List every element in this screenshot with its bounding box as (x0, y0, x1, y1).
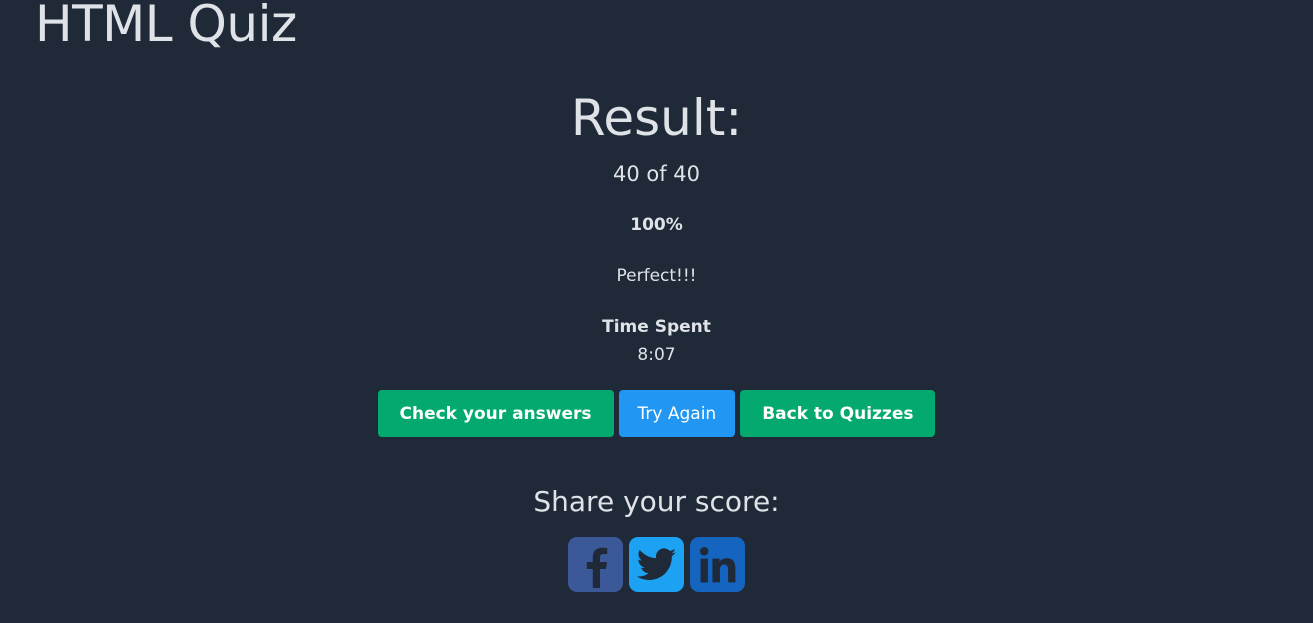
feedback-text: Perfect!!! (616, 266, 697, 286)
time-spent-value: 8:07 (637, 345, 676, 365)
twitter-icon (636, 547, 676, 580)
linkedin-share-button[interactable] (690, 537, 745, 592)
facebook-share-button[interactable] (568, 537, 623, 592)
try-again-button[interactable]: Try Again (618, 390, 736, 437)
time-spent-label: Time Spent (602, 317, 711, 337)
social-share-row (0, 537, 1313, 592)
action-buttons: Check your answers Try Again Back to Qui… (0, 390, 1313, 437)
facebook-icon (586, 547, 607, 588)
twitter-share-button[interactable] (629, 537, 684, 592)
back-to-quizzes-button[interactable]: Back to Quizzes (740, 390, 936, 437)
result-section: Result: 40 of 40 100% Perfect!!! Time Sp… (0, 88, 1313, 592)
result-heading: Result: (570, 89, 743, 147)
score-text: 40 of 40 (612, 162, 701, 186)
page-title: HTML Quiz (35, 0, 297, 53)
share-heading: Share your score: (533, 485, 780, 518)
linkedin-icon (699, 546, 735, 582)
check-answers-button[interactable]: Check your answers (377, 390, 614, 437)
percent-text: 100% (630, 215, 683, 235)
